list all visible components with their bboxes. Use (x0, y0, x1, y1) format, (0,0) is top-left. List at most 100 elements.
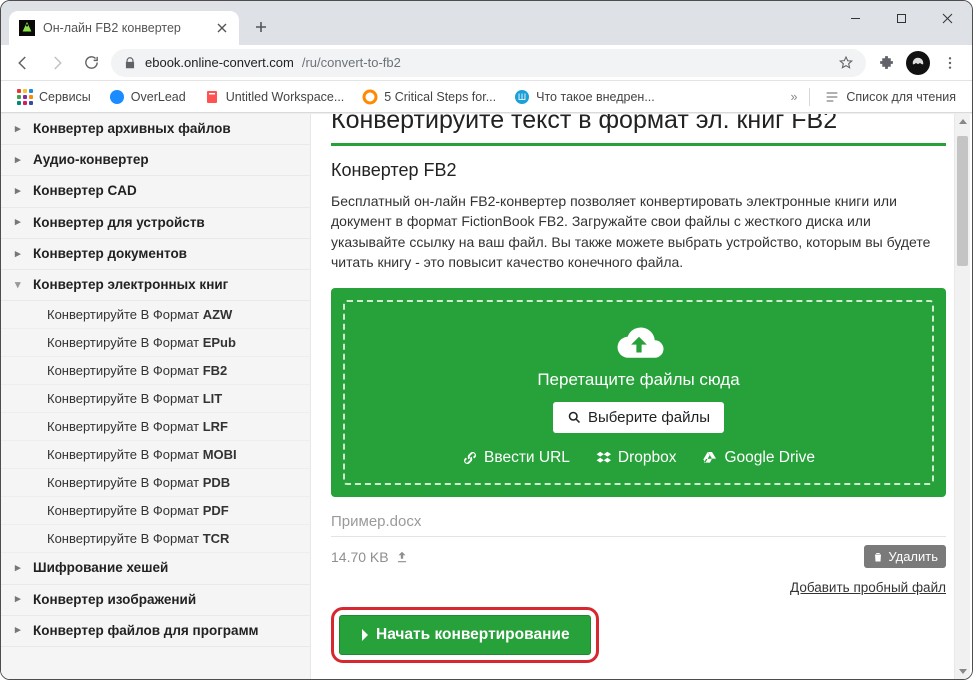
sidebar-sub-prefix: Конвертируйте В Формат (47, 363, 203, 378)
scroll-down-button[interactable] (955, 663, 970, 679)
bookmark-item[interactable]: ШЧто такое внедрен... (506, 85, 663, 109)
extensions-button[interactable] (872, 49, 900, 77)
apps-label: Сервисы (39, 90, 91, 104)
sidebar-sub-format: LIT (203, 391, 223, 406)
bookmarks-overflow[interactable]: » (784, 90, 803, 104)
sidebar-sub-prefix: Конвертируйте В Формат (47, 475, 203, 490)
dropbox-link[interactable]: Dropbox (596, 449, 677, 467)
chevron-right-icon: ▸ (15, 184, 25, 199)
sidebar-item-label: Шифрование хешей (33, 559, 168, 577)
start-highlight: Начать конвертирование (331, 607, 599, 663)
bookmark-label: Что такое внедрен... (536, 90, 655, 104)
chevron-right-icon: ▸ (15, 122, 25, 137)
sidebar-item-label: Конвертер документов (33, 245, 187, 263)
sidebar-subitem[interactable]: Конвертируйте В Формат FB2 (1, 357, 310, 385)
sidebar-sub-prefix: Конвертируйте В Формат (47, 391, 203, 406)
file-row (331, 513, 946, 537)
sidebar-item[interactable]: ▸Конвертер CAD (1, 176, 310, 207)
sidebar-item[interactable]: ▸ Конвертер документов (1, 239, 310, 270)
sidebar-subitem[interactable]: Конвертируйте В Формат LRF (1, 413, 310, 441)
minimize-button[interactable] (832, 3, 878, 33)
scroll-thumb[interactable] (957, 136, 968, 266)
profile-avatar[interactable] (906, 51, 930, 75)
filename-input[interactable] (331, 513, 946, 530)
gdrive-label: Google Drive (724, 449, 814, 467)
sidebar-sub-format: PDF (203, 503, 229, 518)
search-icon (567, 410, 582, 425)
sidebar-item[interactable]: ▸ Конвертер файлов для программ (1, 616, 310, 647)
browser-tab[interactable]: Он-лайн FB2 конвертер (9, 11, 239, 45)
page-description: Бесплатный он-лайн FB2-конвертер позволя… (331, 191, 946, 272)
sidebar-subitem[interactable]: Конвертируйте В Формат EPub (1, 329, 310, 357)
close-tab-icon[interactable] (215, 21, 229, 35)
sidebar-sub-format: AZW (203, 307, 233, 322)
file-size: 14.70 KB (331, 549, 389, 565)
sidebar-sub-prefix: Конвертируйте В Формат (47, 531, 203, 546)
tab-title: Он-лайн FB2 конвертер (43, 21, 181, 35)
sidebar-item[interactable]: ▸Шифрование хешей (1, 553, 310, 584)
sidebar-subitem[interactable]: Конвертируйте В Формат PDF (1, 497, 310, 525)
maximize-button[interactable] (878, 3, 924, 33)
close-window-button[interactable] (924, 3, 970, 33)
start-convert-button[interactable]: Начать конвертирование (339, 615, 591, 655)
reading-list-button[interactable]: Список для чтения (816, 85, 964, 109)
delete-label: Удалить (888, 549, 938, 564)
sidebar-subitem[interactable]: Конвертируйте В Формат MOBI (1, 441, 310, 469)
main-content: Конвертируйте текст в формат эл. книг FB… (311, 114, 972, 679)
bookmark-item[interactable]: Untitled Workspace... (196, 85, 353, 109)
sidebar-subitem[interactable]: Конвертируйте В Формат LIT (1, 385, 310, 413)
sidebar-item[interactable]: ▸ Аудио-конвертер (1, 145, 310, 176)
sidebar-sub-format: FB2 (203, 363, 228, 378)
new-tab-button[interactable] (247, 13, 275, 41)
sidebar-sub-format: LRF (203, 419, 228, 434)
sidebar-item-label: Конвертер файлов для программ (33, 622, 259, 640)
sidebar-sub-prefix: Конвертируйте В Формат (47, 335, 203, 350)
sidebar-item[interactable]: ▸Конвертер изображений (1, 585, 310, 616)
reload-button[interactable] (77, 49, 105, 77)
sidebar-item-expanded[interactable]: ▾Конвертер электронных книг (1, 270, 310, 301)
choose-files-label: Выберите файлы (588, 409, 710, 426)
sidebar-item[interactable]: ▸Конвертер архивных файлов (1, 114, 310, 145)
address-bar[interactable]: ebook.online-convert.com/ru/convert-to-f… (111, 49, 866, 77)
sidebar-subitem[interactable]: Конвертируйте В Формат TCR (1, 525, 310, 553)
sidebar-sub-prefix: Конвертируйте В Формат (47, 307, 203, 322)
sidebar-sub-prefix: Конвертируйте В Формат (47, 419, 203, 434)
back-button[interactable] (9, 49, 37, 77)
apps-button[interactable]: Сервисы (9, 85, 99, 109)
sidebar-sub-prefix: Конвертируйте В Формат (47, 503, 203, 518)
sidebar-item-label: Аудио-конвертер (33, 151, 149, 169)
sidebar-subitem[interactable]: Конвертируйте В Формат AZW (1, 301, 310, 329)
bookmark-star-icon[interactable] (838, 55, 854, 71)
sidebar-sub-format: MOBI (203, 447, 237, 462)
choose-files-button[interactable]: Выберите файлы (553, 402, 724, 433)
sidebar-item[interactable]: ▸ Конвертер для устройств (1, 208, 310, 239)
upload-icon (395, 550, 409, 564)
delete-button[interactable]: Удалить (864, 545, 946, 568)
bookmark-item[interactable]: 5 Critical Steps for... (354, 85, 504, 109)
chevron-right-icon (360, 628, 370, 642)
chevron-right-icon: ▸ (15, 153, 25, 168)
chevron-right-icon: ▸ (15, 623, 25, 638)
dropzone[interactable]: Перетащите файлы сюда Выберите файлы Вве… (331, 288, 946, 497)
favicon (19, 20, 35, 36)
enter-url-link[interactable]: Ввести URL (462, 449, 570, 467)
dropbox-label: Dropbox (618, 449, 677, 467)
kebab-menu[interactable] (936, 49, 964, 77)
chevron-right-icon: ▸ (15, 215, 25, 230)
bookmark-item[interactable]: OverLead (101, 85, 194, 109)
enter-url-label: Ввести URL (484, 449, 570, 467)
forward-button[interactable] (43, 49, 71, 77)
sidebar-item-label: Конвертер для устройств (33, 214, 205, 232)
scroll-track[interactable] (955, 130, 970, 663)
sidebar-subitem[interactable]: Конвертируйте В Формат PDB (1, 469, 310, 497)
scrollbar[interactable] (954, 114, 970, 679)
sidebar-item-label: Конвертер электронных книг (33, 276, 228, 294)
chevron-right-icon: ▸ (15, 247, 25, 262)
bookmark-favicon (204, 89, 220, 105)
sidebar-sub-prefix: Конвертируйте В Формат (47, 447, 203, 462)
add-trial-file-link[interactable]: Добавить пробный файл (790, 580, 946, 595)
url-path: /ru/convert-to-fb2 (302, 55, 401, 70)
gdrive-link[interactable]: Google Drive (702, 449, 814, 467)
bookmark-favicon (362, 89, 378, 105)
scroll-up-button[interactable] (955, 114, 970, 130)
